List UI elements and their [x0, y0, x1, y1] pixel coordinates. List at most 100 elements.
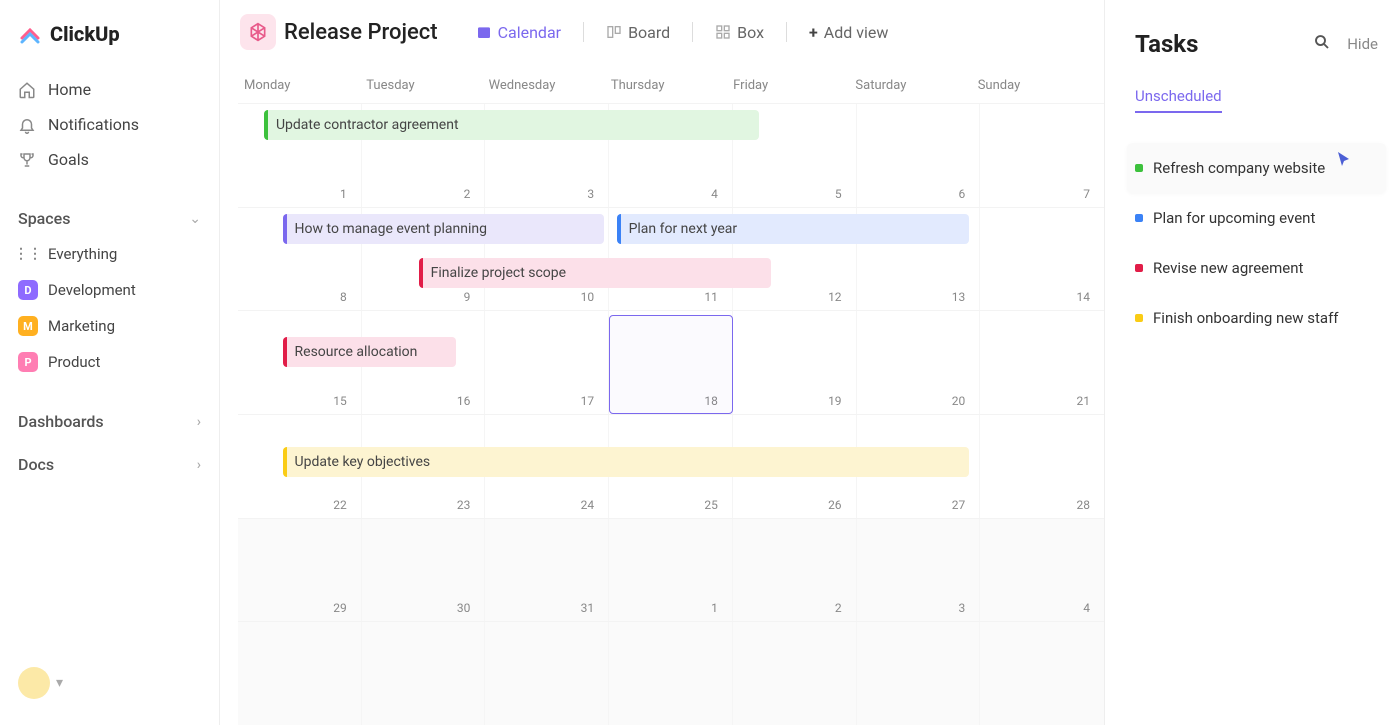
docs-header[interactable]: Docs › [12, 447, 207, 482]
calendar-day-cell[interactable]: 6 [857, 104, 981, 207]
nav-label: Home [48, 80, 91, 99]
task-label: Revise new agreement [1153, 259, 1303, 277]
calendar-day-cell[interactable]: 2 [733, 519, 857, 622]
calendar-day-cell[interactable]: 19 [733, 311, 857, 414]
plus-icon: + [809, 23, 818, 42]
sidebar-space-everything[interactable]: ⋮⋮Everything [12, 236, 207, 272]
bell-icon [18, 116, 36, 134]
nav-notifications[interactable]: Notifications [12, 107, 207, 142]
task-status-dot [1135, 164, 1143, 172]
task-label: Refresh company website [1153, 159, 1325, 177]
nav-goals[interactable]: Goals [12, 142, 207, 177]
nav-home[interactable]: Home [12, 72, 207, 107]
calendar-event[interactable]: Resource allocation [283, 337, 456, 367]
event-title: How to manage event planning [295, 221, 487, 237]
calendar-event[interactable]: Plan for next year [617, 214, 970, 244]
calendar-day-cell[interactable]: 3 [857, 519, 981, 622]
brand-name: ClickUp [50, 22, 120, 46]
event-title: Finalize project scope [431, 265, 566, 281]
day-header: Wednesday [483, 64, 605, 103]
calendar-day-cell[interactable]: 17 [485, 311, 609, 414]
home-icon [18, 81, 36, 99]
calendar-day-cell[interactable] [362, 622, 486, 725]
calendar-icon [476, 24, 492, 40]
calendar-day-cell[interactable]: 30 [362, 519, 486, 622]
calendar-day-cell[interactable] [238, 622, 362, 725]
event-title: Resource allocation [295, 344, 418, 360]
calendar-week: 2930311234 [238, 518, 1104, 622]
sidebar-space-development[interactable]: D Development [12, 272, 207, 308]
event-title: Update contractor agreement [276, 117, 459, 133]
calendar-day-cell[interactable]: 20 [857, 311, 981, 414]
event-color-bar [283, 214, 287, 244]
unscheduled-task[interactable]: Finish onboarding new staff [1135, 293, 1378, 343]
nav-label: Goals [48, 150, 89, 169]
calendar-day-cell[interactable]: 14 [980, 208, 1104, 311]
space-label: Everything [48, 245, 117, 263]
calendar-event[interactable]: Finalize project scope [419, 258, 772, 288]
calendar-day-cell[interactable]: 31 [485, 519, 609, 622]
calendar-event[interactable]: Update key objectives [283, 447, 970, 477]
chevron-right-icon: › [197, 414, 201, 430]
project-icon[interactable] [240, 14, 276, 50]
day-headers: MondayTuesdayWednesdayThursdayFridaySatu… [238, 64, 1104, 103]
space-label: Development [48, 281, 136, 299]
clickup-logo-icon [18, 22, 42, 46]
space-label: Product [48, 353, 100, 371]
task-status-dot [1135, 264, 1143, 272]
calendar-day-cell[interactable]: 1 [609, 519, 733, 622]
calendar-event[interactable]: How to manage event planning [283, 214, 605, 244]
board-icon [606, 24, 622, 40]
calendar-day-cell[interactable] [980, 622, 1104, 725]
event-color-bar [283, 447, 287, 477]
tasks-panel-title: Tasks [1135, 30, 1198, 58]
calendar-day-cell[interactable] [609, 622, 733, 725]
calendar-day-cell[interactable] [485, 622, 609, 725]
calendar-day-cell[interactable]: 21 [980, 311, 1104, 414]
day-header: Sunday [972, 64, 1094, 103]
main: Release Project Calendar Board Box + Add… [220, 0, 1105, 725]
cursor-icon [1332, 149, 1356, 177]
tab-unscheduled[interactable]: Unscheduled [1135, 87, 1222, 113]
calendar-day-cell[interactable]: 7 [980, 104, 1104, 207]
unscheduled-task[interactable]: Plan for upcoming event [1135, 193, 1378, 243]
calendar-day-cell[interactable]: 4 [980, 519, 1104, 622]
chevron-down-icon: ⌄ [189, 211, 201, 227]
tab-board[interactable]: Board [596, 17, 680, 48]
unscheduled-task[interactable]: Refresh company website [1127, 143, 1386, 193]
task-status-dot [1135, 214, 1143, 222]
add-view-button[interactable]: + Add view [799, 17, 898, 48]
calendar-day-cell[interactable]: 28 [980, 415, 1104, 518]
trophy-icon [18, 151, 36, 169]
day-header: Tuesday [360, 64, 482, 103]
drop-target [609, 315, 733, 414]
calendar-day-cell[interactable]: 29 [238, 519, 362, 622]
dashboards-header[interactable]: Dashboards › [12, 404, 207, 439]
calendar-day-cell[interactable] [733, 622, 857, 725]
tab-calendar[interactable]: Calendar [466, 17, 571, 48]
space-label: Marketing [48, 317, 115, 335]
unscheduled-task[interactable]: Revise new agreement [1135, 243, 1378, 293]
space-badge-icon: P [18, 352, 38, 372]
day-header: Thursday [605, 64, 727, 103]
search-icon[interactable] [1313, 33, 1331, 55]
calendar-week: 15161718192021Resource allocation [238, 310, 1104, 414]
event-color-bar [283, 337, 287, 367]
tasks-panel: Tasks Hide Unscheduled Refresh company w… [1105, 0, 1400, 725]
sidebar-space-marketing[interactable]: MMarketing [12, 308, 207, 344]
calendar-week: 891011121314How to manage event planning… [238, 207, 1104, 311]
event-color-bar [264, 110, 268, 140]
tab-box[interactable]: Box [705, 17, 774, 48]
sidebar-space-product[interactable]: P Product [12, 344, 207, 380]
logo[interactable]: ClickUp [12, 16, 207, 52]
calendar-day-cell[interactable] [857, 622, 981, 725]
user-avatar[interactable]: ▾ [12, 657, 207, 709]
calendar-event[interactable]: Update contractor agreement [264, 110, 759, 140]
spaces-header[interactable]: Spaces ⌄ [12, 201, 207, 236]
nav-label: Notifications [48, 115, 139, 134]
task-status-dot [1135, 314, 1143, 322]
avatar-icon [18, 667, 50, 699]
chevron-right-icon: › [197, 457, 201, 473]
space-badge-icon: D [18, 280, 38, 300]
hide-panel-button[interactable]: Hide [1347, 35, 1378, 53]
